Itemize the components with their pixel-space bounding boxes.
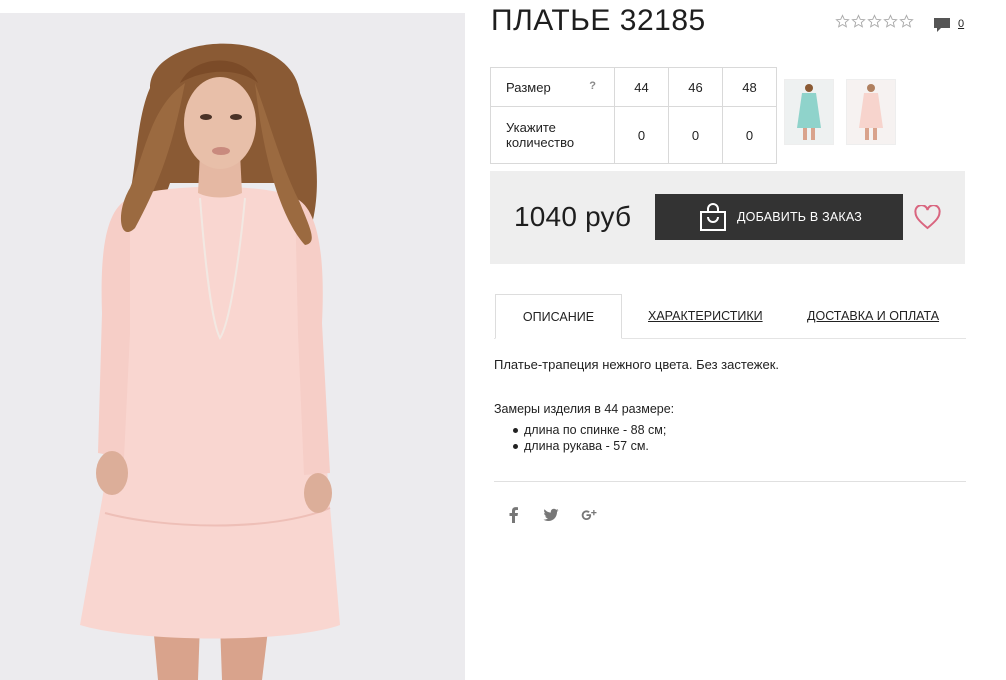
size-table: Размер ? 44 46 48 Укажите количество 0 0…	[490, 67, 777, 164]
tab-delivery-payment[interactable]: ДОСТАВКА И ОПЛАТА	[807, 294, 939, 338]
star-icon[interactable]	[883, 14, 898, 29]
add-to-order-button[interactable]: ДОБАВИТЬ В ЗАКАЗ	[655, 194, 903, 240]
quantity-label-line: Укажите	[506, 120, 556, 135]
list-item: длина рукава - 57 см.	[512, 438, 666, 454]
star-icon[interactable]	[835, 14, 850, 29]
product-title: ПЛАТЬЕ 32185	[491, 4, 706, 37]
rating-stars[interactable]	[835, 14, 914, 29]
quantity-label-cell: Укажите количество	[490, 106, 615, 164]
google-plus-icon[interactable]	[580, 506, 598, 524]
comments-count-link[interactable]: 0	[958, 18, 964, 30]
price-box: 1040 руб ДОБАВИТЬ В ЗАКАЗ	[490, 171, 965, 264]
add-to-order-label: ДОБАВИТЬ В ЗАКАЗ	[737, 210, 863, 224]
quantity-field[interactable]: 0	[614, 106, 669, 164]
size-option[interactable]: 46	[668, 67, 723, 107]
heart-icon[interactable]	[914, 205, 941, 230]
size-option[interactable]: 44	[614, 67, 669, 107]
star-icon[interactable]	[899, 14, 914, 29]
product-main-image[interactable]	[0, 13, 465, 680]
color-thumbnails	[784, 79, 896, 145]
facebook-icon[interactable]	[505, 506, 523, 524]
thumbnail-mint-dress[interactable]	[784, 79, 834, 145]
shopping-bag-icon	[700, 203, 726, 231]
quantity-field[interactable]: 0	[722, 106, 777, 164]
content-divider	[494, 481, 966, 482]
twitter-icon[interactable]	[542, 506, 560, 524]
comment-icon[interactable]	[933, 17, 951, 34]
quantity-label-line: количество	[506, 135, 575, 150]
size-label: Размер	[506, 79, 551, 95]
size-label-cell: Размер ?	[490, 67, 615, 107]
tab-characteristics[interactable]: ХАРАКТЕРИСТИКИ	[648, 294, 763, 338]
quantity-field[interactable]: 0	[668, 106, 723, 164]
measurements-title: Замеры изделия в 44 размере:	[494, 402, 675, 416]
description-text: Платье-трапеция нежного цвета. Без засте…	[494, 357, 779, 372]
size-help-icon[interactable]: ?	[589, 80, 596, 92]
list-item: длина по спинке - 88 см;	[512, 423, 667, 437]
measurements-list: длина по спинке - 88 см; длина рукава - …	[494, 422, 666, 454]
size-option[interactable]: 48	[722, 67, 777, 107]
tab-description[interactable]: ОПИСАНИЕ	[495, 294, 622, 339]
star-icon[interactable]	[867, 14, 882, 29]
thumbnail-pink-dress[interactable]	[846, 79, 896, 145]
star-icon[interactable]	[851, 14, 866, 29]
product-price: 1040 руб	[514, 201, 632, 232]
